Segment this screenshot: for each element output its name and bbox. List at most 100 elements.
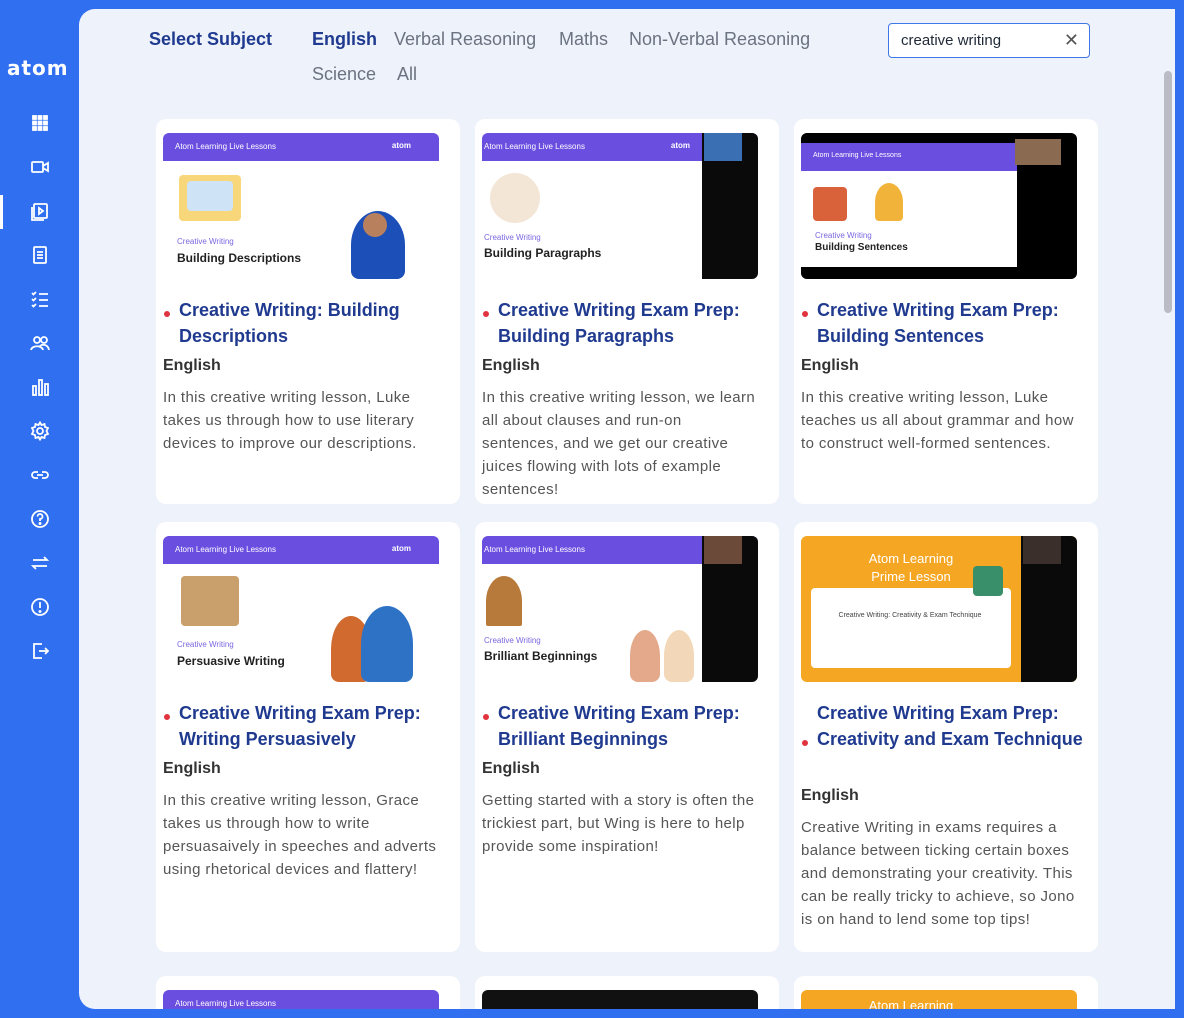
- thumbnail-band-text: Atom Learning Live Lessons: [175, 142, 276, 151]
- sidebar-item-students[interactable]: [26, 329, 54, 357]
- lesson-title[interactable]: Creative Writing Exam Prep: Building Par…: [498, 297, 768, 349]
- thumbnail-band-text: Atom Learning Live Lessons: [484, 545, 585, 554]
- sidebar-item-logout[interactable]: [26, 637, 54, 665]
- thumbnail-title: Persuasive Writing: [177, 654, 285, 668]
- checklist-icon: [31, 291, 48, 308]
- atom-logo[interactable]: atom: [7, 56, 73, 80]
- video-icon: [31, 161, 49, 173]
- lesson-thumbnail[interactable]: Atom Learning Live Lessons atom Creative…: [163, 536, 439, 682]
- lesson-subject: English: [801, 357, 859, 374]
- thumbnail-title: Building Descriptions: [177, 251, 302, 265]
- sidebar-item-reports[interactable]: [26, 373, 54, 401]
- sidebar-item-settings[interactable]: [26, 417, 54, 445]
- lesson-thumbnail[interactable]: Atom Learning Live Lessons: [163, 990, 439, 1009]
- subject-tab-verbal-reasoning[interactable]: Verbal Reasoning: [394, 29, 536, 50]
- info-icon: [31, 598, 49, 616]
- subject-tab-maths[interactable]: Maths: [559, 29, 608, 50]
- lesson-subject: English: [163, 760, 221, 777]
- character-illustration: [630, 630, 660, 682]
- thumbnail-tag: Creative Writing: [815, 231, 872, 240]
- sidebar-item-links[interactable]: [26, 461, 54, 489]
- clipboard-icon: [33, 246, 47, 264]
- lesson-card[interactable]: Atom Learning Live Lessons Creative Writ…: [475, 522, 779, 952]
- search-box: ✕: [888, 23, 1090, 58]
- lesson-description: In this creative writing lesson, we lear…: [482, 389, 756, 498]
- lesson-card[interactable]: Atom Learning Live Lessons atom Creative…: [475, 119, 779, 504]
- thumbnail-logo: atom: [391, 544, 411, 553]
- new-indicator-dot: [802, 311, 808, 317]
- lesson-subject: English: [482, 357, 540, 374]
- lesson-description: In this creative writing lesson, Luke ta…: [163, 389, 417, 452]
- book-pages-illustration: [187, 181, 233, 211]
- hand-writing-illustration: [490, 173, 540, 223]
- play-library-icon: [31, 203, 48, 221]
- webcam-feed: [704, 133, 742, 161]
- subject-tab-all[interactable]: All: [397, 64, 417, 85]
- subject-filter: Select Subject English Verbal Reasoning …: [149, 27, 849, 107]
- thumbnail-band-text: Atom Learning: [868, 998, 954, 1009]
- lesson-card[interactable]: Atom Learning Live Lessons Creative Writ…: [794, 119, 1098, 504]
- lesson-card[interactable]: [475, 976, 779, 1009]
- close-icon[interactable]: ✕: [1064, 30, 1079, 51]
- lesson-title[interactable]: Creative Writing Exam Prep: Creativity a…: [817, 700, 1087, 752]
- lesson-subject: English: [482, 760, 540, 777]
- lesson-description: In this creative writing lesson, Grace t…: [163, 792, 437, 878]
- sidebar-item-assignments[interactable]: [26, 285, 54, 313]
- thumbnail-tag: Creative Writing: [484, 636, 541, 645]
- link-icon: [31, 471, 49, 479]
- lesson-title[interactable]: Creative Writing: Building Descriptions: [179, 297, 449, 349]
- webcam-feed: [704, 536, 742, 564]
- lesson-title[interactable]: Creative Writing Exam Prep: Building Sen…: [817, 297, 1087, 349]
- switch-icon: [30, 556, 50, 570]
- sidebar-item-lesson-library[interactable]: [26, 197, 54, 225]
- lesson-thumbnail[interactable]: Atom Learning Live Lessons Creative Writ…: [482, 536, 758, 682]
- subject-tab-science[interactable]: Science: [312, 64, 376, 85]
- thumbnail-logo: atom: [391, 141, 411, 150]
- search-input[interactable]: [901, 32, 1061, 49]
- lesson-card[interactable]: Atom Learning: [794, 976, 1098, 1009]
- thumbnail-logo: atom: [670, 141, 690, 150]
- users-icon: [30, 336, 50, 351]
- door-illustration: [486, 576, 522, 626]
- lesson-title[interactable]: Creative Writing Exam Prep: Brilliant Be…: [498, 700, 768, 752]
- bar-chart-icon: [32, 379, 49, 396]
- main-panel: Select Subject English Verbal Reasoning …: [79, 9, 1175, 1009]
- thumbnail-band-text: Atom Learning Live Lessons: [175, 999, 276, 1008]
- lesson-card[interactable]: Atom Learning Live Lessons atom Creative…: [156, 119, 460, 504]
- sidebar-item-info[interactable]: [26, 593, 54, 621]
- lesson-card[interactable]: Atom Learning Prime Lesson Creative Writ…: [794, 522, 1098, 952]
- subject-tab-english[interactable]: English: [312, 29, 377, 50]
- sidebar: atom: [0, 0, 79, 1018]
- thumbnail-band: Atom Learning Live Lessons atom: [163, 133, 439, 161]
- lesson-thumbnail[interactable]: Atom Learning Prime Lesson Creative Writ…: [801, 536, 1077, 682]
- new-indicator-dot: [483, 714, 489, 720]
- lesson-thumbnail[interactable]: [482, 990, 758, 1009]
- lesson-thumbnail[interactable]: Atom Learning: [801, 990, 1077, 1009]
- sidebar-item-help[interactable]: [26, 505, 54, 533]
- lesson-subject: English: [801, 787, 859, 804]
- presenter-image: [361, 606, 413, 682]
- lesson-card[interactable]: Atom Learning Live Lessons atom Creative…: [156, 522, 460, 952]
- webcam-feed: [1023, 536, 1061, 564]
- thumbnail-band-text: Atom Learning Live Lessons: [484, 142, 585, 151]
- lesson-thumbnail[interactable]: Atom Learning Live Lessons Creative Writ…: [801, 133, 1077, 279]
- thumbnail-band: Atom Learning Live Lessons: [801, 143, 1017, 171]
- subject-tab-non-verbal-reasoning[interactable]: Non-Verbal Reasoning: [629, 29, 810, 50]
- sidebar-item-dashboard[interactable]: [26, 109, 54, 137]
- lesson-thumbnail[interactable]: Atom Learning Live Lessons atom Creative…: [482, 133, 758, 279]
- lesson-thumbnail[interactable]: Atom Learning Live Lessons atom Creative…: [163, 133, 439, 279]
- sidebar-item-switch[interactable]: [26, 549, 54, 577]
- thumbnail-tag: Creative Writing: [177, 237, 234, 246]
- sidebar-item-live-lessons[interactable]: [26, 153, 54, 181]
- grid-icon: [32, 115, 48, 131]
- lesson-title[interactable]: Creative Writing Exam Prep: Writing Pers…: [179, 700, 449, 752]
- lesson-description: In this creative writing lesson, Luke te…: [801, 389, 1074, 452]
- thumbnail-band-text: Atom Learning Live Lessons: [175, 545, 276, 554]
- lesson-subject: English: [163, 357, 221, 374]
- sidebar-item-tests[interactable]: [26, 241, 54, 269]
- logout-icon: [33, 643, 50, 659]
- lesson-card[interactable]: Atom Learning Live Lessons: [156, 976, 460, 1009]
- scrollbar-thumb[interactable]: [1164, 71, 1172, 313]
- new-indicator-dot: [164, 311, 170, 317]
- character-illustration: [664, 630, 694, 682]
